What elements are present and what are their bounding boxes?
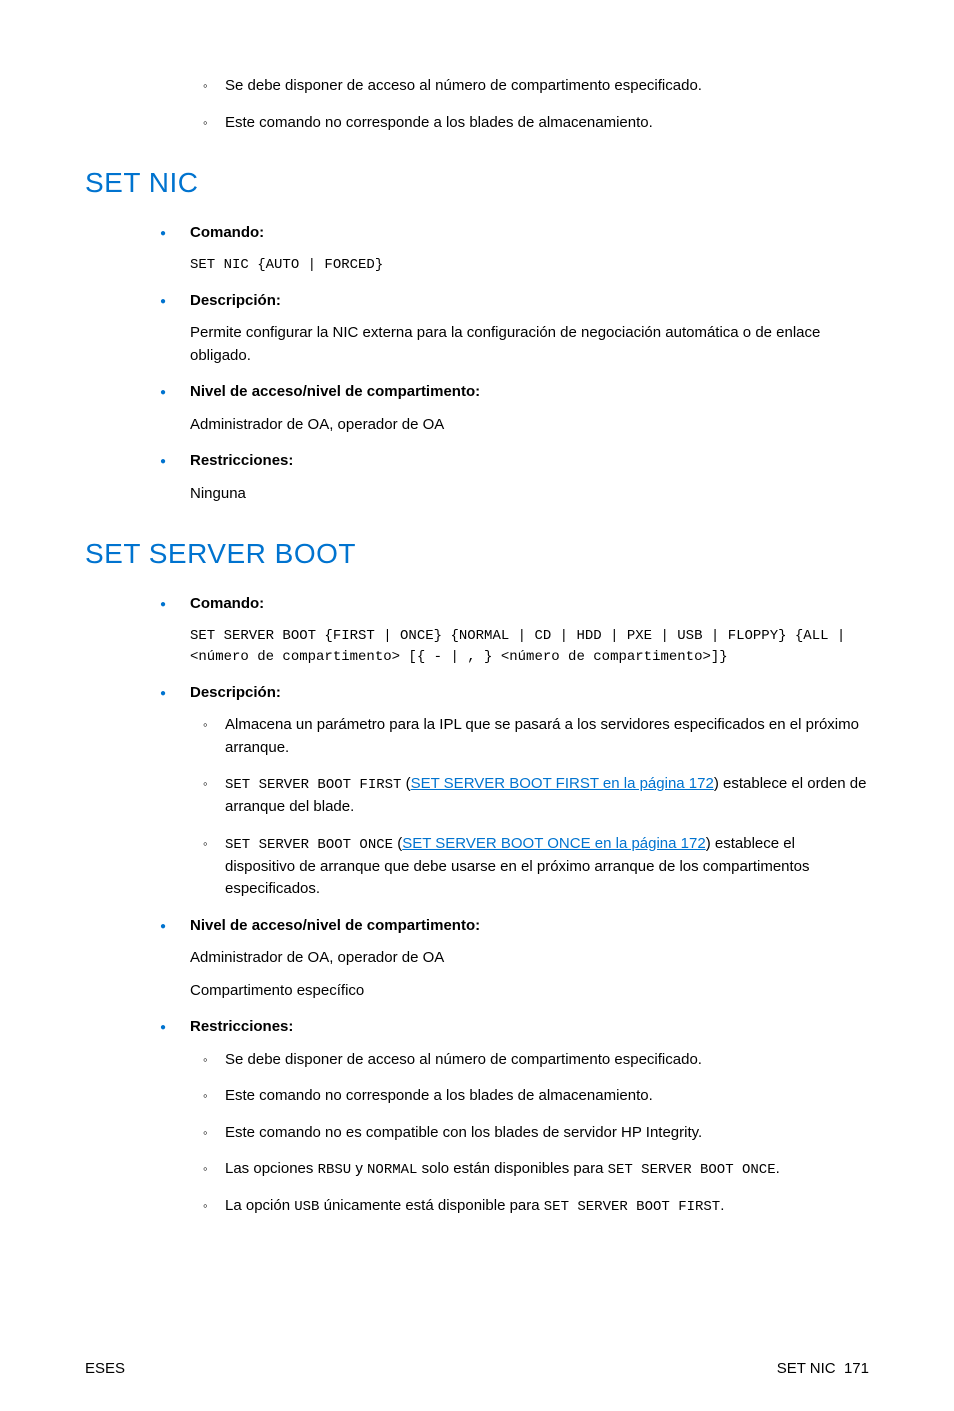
label: Comando: [190, 595, 264, 612]
intro-list-item: Se debe disponer de acceso al número de … [190, 75, 869, 134]
label: Nivel de acceso/nivel de compartimento: [190, 917, 480, 934]
text: y [351, 1160, 367, 1177]
code-inline: SET SERVER BOOT ONCE [608, 1162, 776, 1178]
text: Almacena un parámetro para la IPL que se… [225, 716, 859, 756]
item-nivel: Nivel de acceso/nivel de compartimento: … [190, 381, 869, 436]
sub-item: Las opciones RBSU y NORMAL solo están di… [225, 1158, 869, 1181]
sub-item: SET SERVER BOOT FIRST (SET SERVER BOOT F… [225, 773, 869, 819]
link-boot-first[interactable]: SET SERVER BOOT FIRST en la página 172 [411, 775, 714, 792]
link-boot-once[interactable]: SET SERVER BOOT ONCE en la página 172 [402, 835, 706, 852]
sub-item: SET SERVER BOOT ONCE (SET SERVER BOOT ON… [225, 833, 869, 901]
item-nivel: Nivel de acceso/nivel de compartimento: … [190, 915, 869, 1003]
intro-sub-item: Este comando no corresponde a los blades… [225, 112, 869, 135]
text: Se debe disponer de acceso al número de … [225, 77, 702, 94]
footer-section: SET NIC [777, 1360, 836, 1377]
restricciones-sublist: Se debe disponer de acceso al número de … [190, 1049, 869, 1219]
sub-item: Este comando no corresponde a los blades… [225, 1085, 869, 1108]
code-block: SET SERVER BOOT {FIRST | ONCE} {NORMAL |… [190, 626, 869, 668]
label: Restricciones: [190, 1018, 293, 1035]
sub-item: Almacena un parámetro para la IPL que se… [225, 714, 869, 759]
label: Nivel de acceso/nivel de compartimento: [190, 383, 480, 400]
text: Las opciones [225, 1160, 318, 1177]
footer-right: SET NIC 171 [777, 1358, 869, 1381]
set-nic-list: Comando: SET NIC {AUTO | FORCED} Descrip… [85, 222, 869, 505]
footer-page-number: 171 [844, 1360, 869, 1377]
text: Permite configurar la NIC externa para l… [190, 322, 869, 367]
text: Administrador de OA, operador de OA [190, 414, 869, 437]
text: únicamente está disponible para [319, 1197, 543, 1214]
item-restricciones: Restricciones: Ninguna [190, 450, 869, 505]
code-inline: SET SERVER BOOT ONCE [225, 837, 393, 853]
text: ( [401, 775, 410, 792]
footer-left: ESES [85, 1358, 125, 1381]
label: Descripción: [190, 684, 281, 701]
sub-item: Se debe disponer de acceso al número de … [225, 1049, 869, 1072]
text: ( [393, 835, 402, 852]
sub-item: La opción USB únicamente está disponible… [225, 1195, 869, 1218]
text: Este comando no corresponde a los blades… [225, 114, 653, 131]
code-inline: RBSU [318, 1162, 352, 1178]
sub-item: Este comando no es compatible con los bl… [225, 1122, 869, 1145]
item-comando: Comando: SET NIC {AUTO | FORCED} [190, 222, 869, 276]
item-comando: Comando: SET SERVER BOOT {FIRST | ONCE} … [190, 593, 869, 668]
text: ) [714, 775, 723, 792]
text: ) [706, 835, 715, 852]
text: Este comando no es compatible con los bl… [225, 1124, 702, 1141]
page-footer: ESES SET NIC 171 [85, 1358, 869, 1381]
heading-set-nic: SET NIC [85, 162, 869, 204]
text: Se debe disponer de acceso al número de … [225, 1051, 702, 1068]
code-block: SET NIC {AUTO | FORCED} [190, 255, 869, 276]
code-inline: SET SERVER BOOT FIRST [544, 1199, 720, 1215]
set-server-boot-list: Comando: SET SERVER BOOT {FIRST | ONCE} … [85, 593, 869, 1218]
text: solo están disponibles para [417, 1160, 607, 1177]
heading-set-server-boot: SET SERVER BOOT [85, 533, 869, 575]
code-inline: SET SERVER BOOT FIRST [225, 777, 401, 793]
label: Comando: [190, 224, 264, 241]
text: . [776, 1160, 780, 1177]
item-descripcion: Descripción: Permite configurar la NIC e… [190, 290, 869, 368]
text: Este comando no corresponde a los blades… [225, 1087, 653, 1104]
text: . [720, 1197, 724, 1214]
text: La opción [225, 1197, 294, 1214]
text: Compartimento específico [190, 980, 869, 1003]
code-inline: NORMAL [367, 1162, 417, 1178]
text: Administrador de OA, operador de OA [190, 947, 869, 970]
code-inline: USB [294, 1199, 319, 1215]
text: Ninguna [190, 483, 869, 506]
item-restricciones: Restricciones: Se debe disponer de acces… [190, 1016, 869, 1218]
intro-list: Se debe disponer de acceso al número de … [85, 75, 869, 134]
intro-sub-item: Se debe disponer de acceso al número de … [225, 75, 869, 98]
descripcion-sublist: Almacena un parámetro para la IPL que se… [190, 714, 869, 901]
label: Descripción: [190, 292, 281, 309]
item-descripcion: Descripción: Almacena un parámetro para … [190, 682, 869, 901]
label: Restricciones: [190, 452, 293, 469]
